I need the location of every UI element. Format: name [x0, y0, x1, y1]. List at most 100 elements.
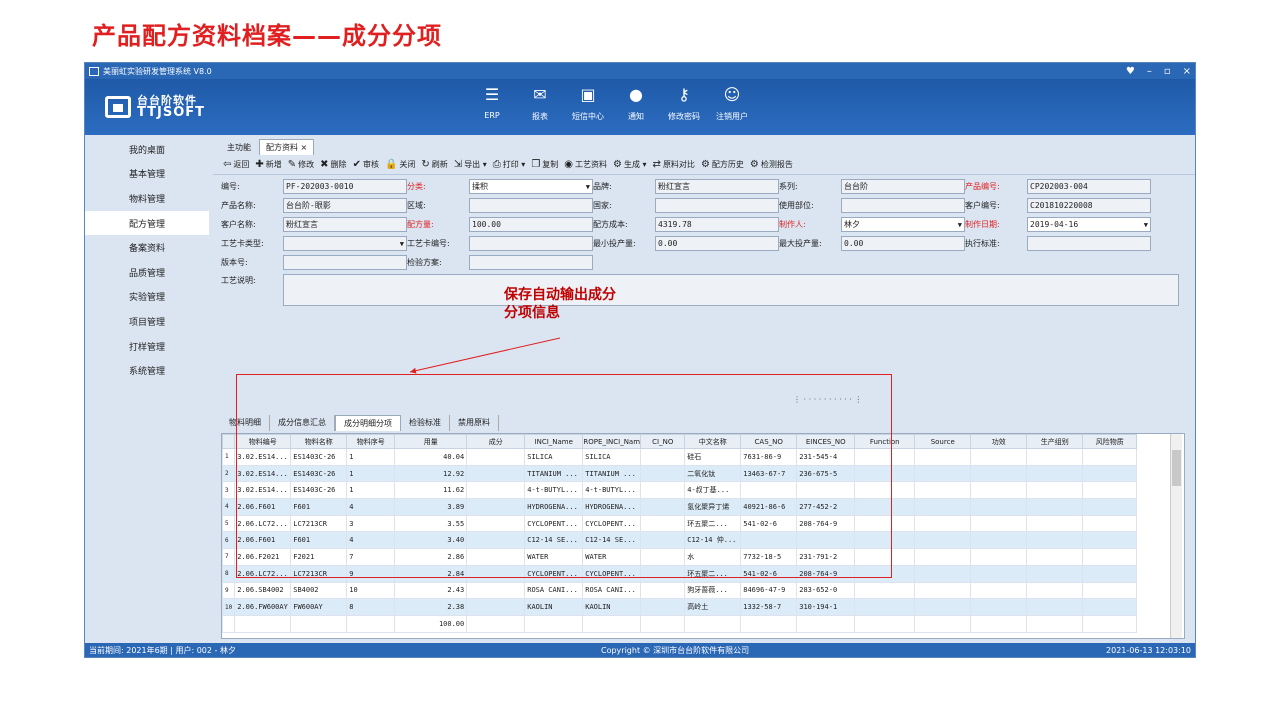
- field-input[interactable]: ▼: [283, 236, 407, 251]
- table-cell: 2.06.FW600AY: [234, 598, 292, 616]
- field-label: 分类:: [407, 182, 426, 191]
- toolbar-button-6[interactable]: ↻ 刷新: [421, 159, 447, 170]
- table-cell: [234, 614, 292, 633]
- sidebar-item-4[interactable]: 备案资料: [85, 235, 209, 260]
- table-cell: KAOLIN: [582, 598, 642, 616]
- field-input[interactable]: 台台阶-眼影: [283, 198, 407, 213]
- toolbar-button-1[interactable]: ✚ 新增: [255, 159, 281, 170]
- column-header[interactable]: 风险物质: [1082, 434, 1138, 449]
- table-row[interactable]: 9 2.06.SB4002 SB4002 10 2.43 ROSA CANI... ROSA…: [222, 581, 1138, 600]
- form-row: 客户名称: 粉红宣言 配方量: 100.00 配方成本: 4319.78 制作人: 林夕 ▼ 制作…: [221, 215, 1187, 234]
- field-input[interactable]: C201810220008: [1027, 198, 1151, 213]
- toolbar-button-12[interactable]: ⇄ 原料对比: [653, 159, 695, 170]
- top-nav-item-2[interactable]: ▣ 短信中心: [571, 83, 605, 122]
- toolbar-label: 检测报告: [760, 160, 793, 169]
- close-icon[interactable]: ×: [1183, 66, 1191, 77]
- sidebar-item-6[interactable]: 实验管理: [85, 285, 209, 310]
- top-tab-0[interactable]: 主功能: [221, 140, 257, 155]
- column-header[interactable]: Source: [914, 434, 972, 449]
- toolbar-icon: ⇲: [453, 159, 463, 170]
- toolbar-label: 删除: [330, 160, 347, 169]
- column-header[interactable]: 生产组别: [1026, 434, 1084, 449]
- field-input[interactable]: 林夕 ▼: [841, 217, 965, 232]
- toolbar-button-9[interactable]: ❐ 复制: [531, 159, 558, 170]
- table-cell: [914, 481, 972, 500]
- field-input[interactable]: 0.00: [841, 236, 965, 251]
- minimize-icon[interactable]: –: [1147, 66, 1152, 77]
- field-value: 0.00: [844, 239, 864, 248]
- toolbar-button-14[interactable]: ⚙ 检测报告: [750, 159, 793, 170]
- field-input[interactable]: [283, 255, 407, 270]
- top-nav-item-5[interactable]: ☺ 注销用户: [715, 83, 749, 122]
- top-nav-item-3[interactable]: ● 通知: [619, 83, 653, 122]
- sidebar-item-0[interactable]: 我的桌面: [85, 137, 209, 162]
- maximize-icon[interactable]: ▫: [1164, 66, 1171, 77]
- grid-scrollbar[interactable]: [1170, 434, 1182, 638]
- toolbar-button-5[interactable]: 🔒 关闭: [385, 159, 415, 170]
- chevron-down-icon[interactable]: ▼: [958, 221, 962, 229]
- field-value: 粉红宣言: [286, 220, 318, 229]
- top-nav-item-4[interactable]: ⚷ 修改密码: [667, 83, 701, 122]
- form-field: 使用部位:: [779, 198, 965, 213]
- field-input[interactable]: [469, 255, 593, 270]
- field-input[interactable]: 揉积 ▼: [469, 179, 593, 194]
- slide-title: 产品配方资料档案——成分分项: [92, 22, 442, 50]
- field-input[interactable]: 台台阶: [841, 179, 965, 194]
- chevron-down-icon[interactable]: ▼: [400, 240, 404, 248]
- field-input[interactable]: [841, 198, 965, 213]
- toolbar-label: 复制: [542, 160, 559, 169]
- table-row[interactable]: 10 2.06.FW600AY FW600AY 8 2.38 KAOLIN KAOLIN 高岭…: [222, 598, 1138, 616]
- toolbar-button-13[interactable]: ⚙ 配方历史: [701, 159, 744, 170]
- sidebar-item-3[interactable]: 配方管理: [85, 210, 209, 236]
- toolbar-button-7[interactable]: ⇲ 导出 ▾: [454, 159, 487, 170]
- toolbar-button-10[interactable]: ◉ 工艺资料: [564, 159, 607, 170]
- field-input[interactable]: 粉红宣言: [655, 179, 779, 194]
- toolbar-button-8[interactable]: ⎙ 打印 ▾: [493, 159, 526, 170]
- field-input[interactable]: [1027, 236, 1151, 251]
- sidebar-item-7[interactable]: 项目管理: [85, 309, 209, 334]
- table-cell: 高岭土: [684, 598, 742, 616]
- field-input[interactable]: 0.00: [655, 236, 779, 251]
- field-input[interactable]: [655, 198, 779, 213]
- sidebar-item-9[interactable]: 系统管理: [85, 358, 209, 383]
- table-cell: [914, 564, 972, 583]
- toolbar-button-11[interactable]: ⚙ 生成 ▾: [613, 159, 647, 170]
- field-input[interactable]: 4319.78: [655, 217, 779, 232]
- field-label: 客户名称:: [221, 220, 256, 229]
- form-field: 产品编号: CP202003-004: [965, 179, 1151, 194]
- column-header[interactable]: 功效: [970, 434, 1028, 449]
- top-nav-icon: ●: [629, 84, 643, 104]
- top-nav-item-1[interactable]: ✉ 报表: [523, 83, 557, 122]
- highlight-box: [236, 374, 892, 578]
- scrollbar-thumb[interactable]: [1172, 450, 1181, 486]
- field-input[interactable]: [469, 198, 593, 213]
- toolbar-button-4[interactable]: ✔ 审核: [353, 159, 379, 170]
- table-cell: 狗牙蔷薇...: [684, 581, 742, 600]
- form-field: 执行标准:: [965, 236, 1151, 251]
- toolbar-icon: ↻: [421, 159, 430, 170]
- process-desc-input[interactable]: [283, 274, 1179, 306]
- toolbar-button-0[interactable]: ⇦ 返回: [223, 159, 249, 170]
- toolbar-button-2[interactable]: ✎ 修改: [288, 159, 314, 170]
- top-tab-1[interactable]: 配方资料 ×: [259, 139, 315, 155]
- toolbar-button-3[interactable]: ✖ 删除: [320, 159, 346, 170]
- chevron-down-icon[interactable]: ▼: [1144, 221, 1148, 229]
- field-value: 0.00: [658, 239, 678, 248]
- field-input[interactable]: [469, 236, 593, 251]
- field-input[interactable]: 100.00: [469, 217, 593, 232]
- table-cell: ROSA CANI...: [524, 581, 584, 600]
- table-cell: [290, 614, 348, 633]
- skin-icon[interactable]: ♥: [1126, 66, 1135, 77]
- toolbar-icon: ⎙: [492, 159, 501, 170]
- field-value: PF-202003-0010: [286, 182, 354, 191]
- field-input[interactable]: PF-202003-0010: [283, 179, 407, 194]
- top-nav-item-0[interactable]: ☰ ERP: [475, 83, 509, 122]
- sidebar-item-1[interactable]: 基本管理: [85, 162, 209, 187]
- sidebar-item-8[interactable]: 打样管理: [85, 334, 209, 359]
- field-input[interactable]: CP202003-004: [1027, 179, 1151, 194]
- sidebar-item-5[interactable]: 品质管理: [85, 260, 209, 285]
- field-input[interactable]: 2019-04-16 ▼: [1027, 217, 1151, 232]
- chevron-down-icon[interactable]: ▼: [586, 183, 590, 191]
- field-input[interactable]: 粉红宣言: [283, 217, 407, 232]
- sidebar-item-2[interactable]: 物料管理: [85, 186, 209, 211]
